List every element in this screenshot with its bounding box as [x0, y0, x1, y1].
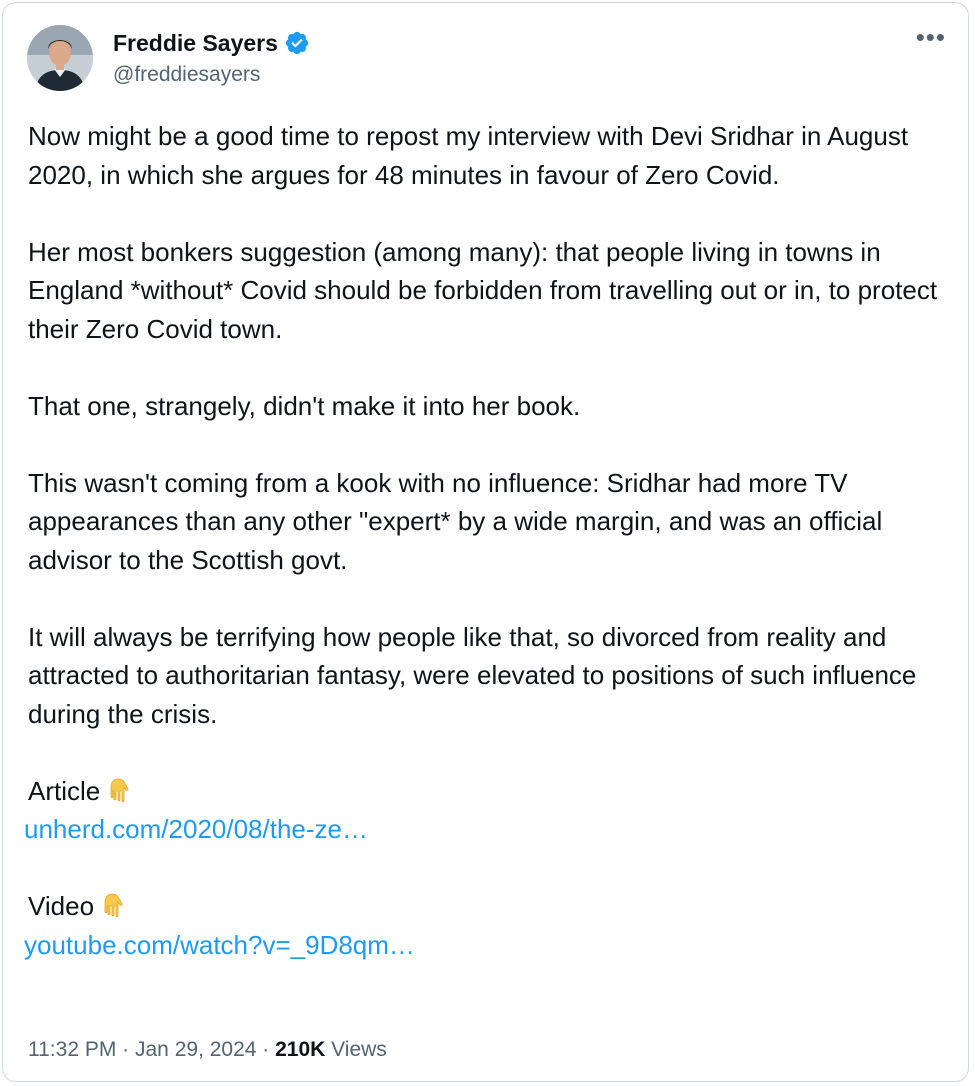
article-label: Article: [28, 775, 101, 806]
article-link[interactable]: unherd.com/2020/08/the-ze…: [24, 810, 953, 849]
tweet-card: Freddie Sayers @freddiesayers ••• Now mi…: [2, 2, 969, 1082]
tweet-paragraph: Now might be a good time to repost my in…: [28, 121, 909, 190]
author-handle[interactable]: @freddiesayers: [113, 62, 260, 88]
meta-separator: ·: [256, 1038, 276, 1061]
pointing-down-hand-icon: [100, 891, 128, 919]
video-label-line: Video: [28, 887, 953, 926]
more-options-icon[interactable]: •••: [916, 24, 946, 50]
tweet-paragraph: Her most bonkers suggestion (among many)…: [28, 236, 938, 344]
tweet-date[interactable]: Jan 29, 2024: [135, 1038, 256, 1061]
verified-badge-icon: [284, 30, 310, 56]
pointing-down-hand-icon: [106, 776, 134, 804]
avatar-image: [27, 25, 93, 91]
tweet-time[interactable]: 11:32 PM: [28, 1038, 116, 1061]
article-section: Article unherd.com/2020/08/the-ze…: [24, 772, 953, 849]
views-label: Views: [325, 1038, 387, 1061]
author-row: Freddie Sayers: [113, 29, 310, 57]
views-count: 210K: [275, 1038, 326, 1061]
tweet-paragraph: That one, strangely, didn't make it into…: [28, 390, 581, 421]
article-label-line: Article: [28, 772, 953, 811]
meta-separator: ·: [116, 1038, 135, 1061]
video-section: Video youtube.com/watch?v=_9D8qm…: [24, 887, 953, 964]
tweet-meta: 11:32 PM · Jan 29, 2024 · 210K Views: [28, 1036, 387, 1064]
tweet-paragraph: This wasn't coming from a kook with no i…: [28, 467, 883, 575]
video-label: Video: [28, 891, 95, 921]
tweet-paragraph: It will always be terrifying how people …: [28, 621, 917, 729]
author-name[interactable]: Freddie Sayers: [113, 29, 278, 57]
avatar[interactable]: [27, 25, 93, 91]
video-link[interactable]: youtube.com/watch?v=_9D8qm…: [24, 926, 953, 965]
tweet-body: Now might be a good time to repost my in…: [24, 117, 953, 964]
